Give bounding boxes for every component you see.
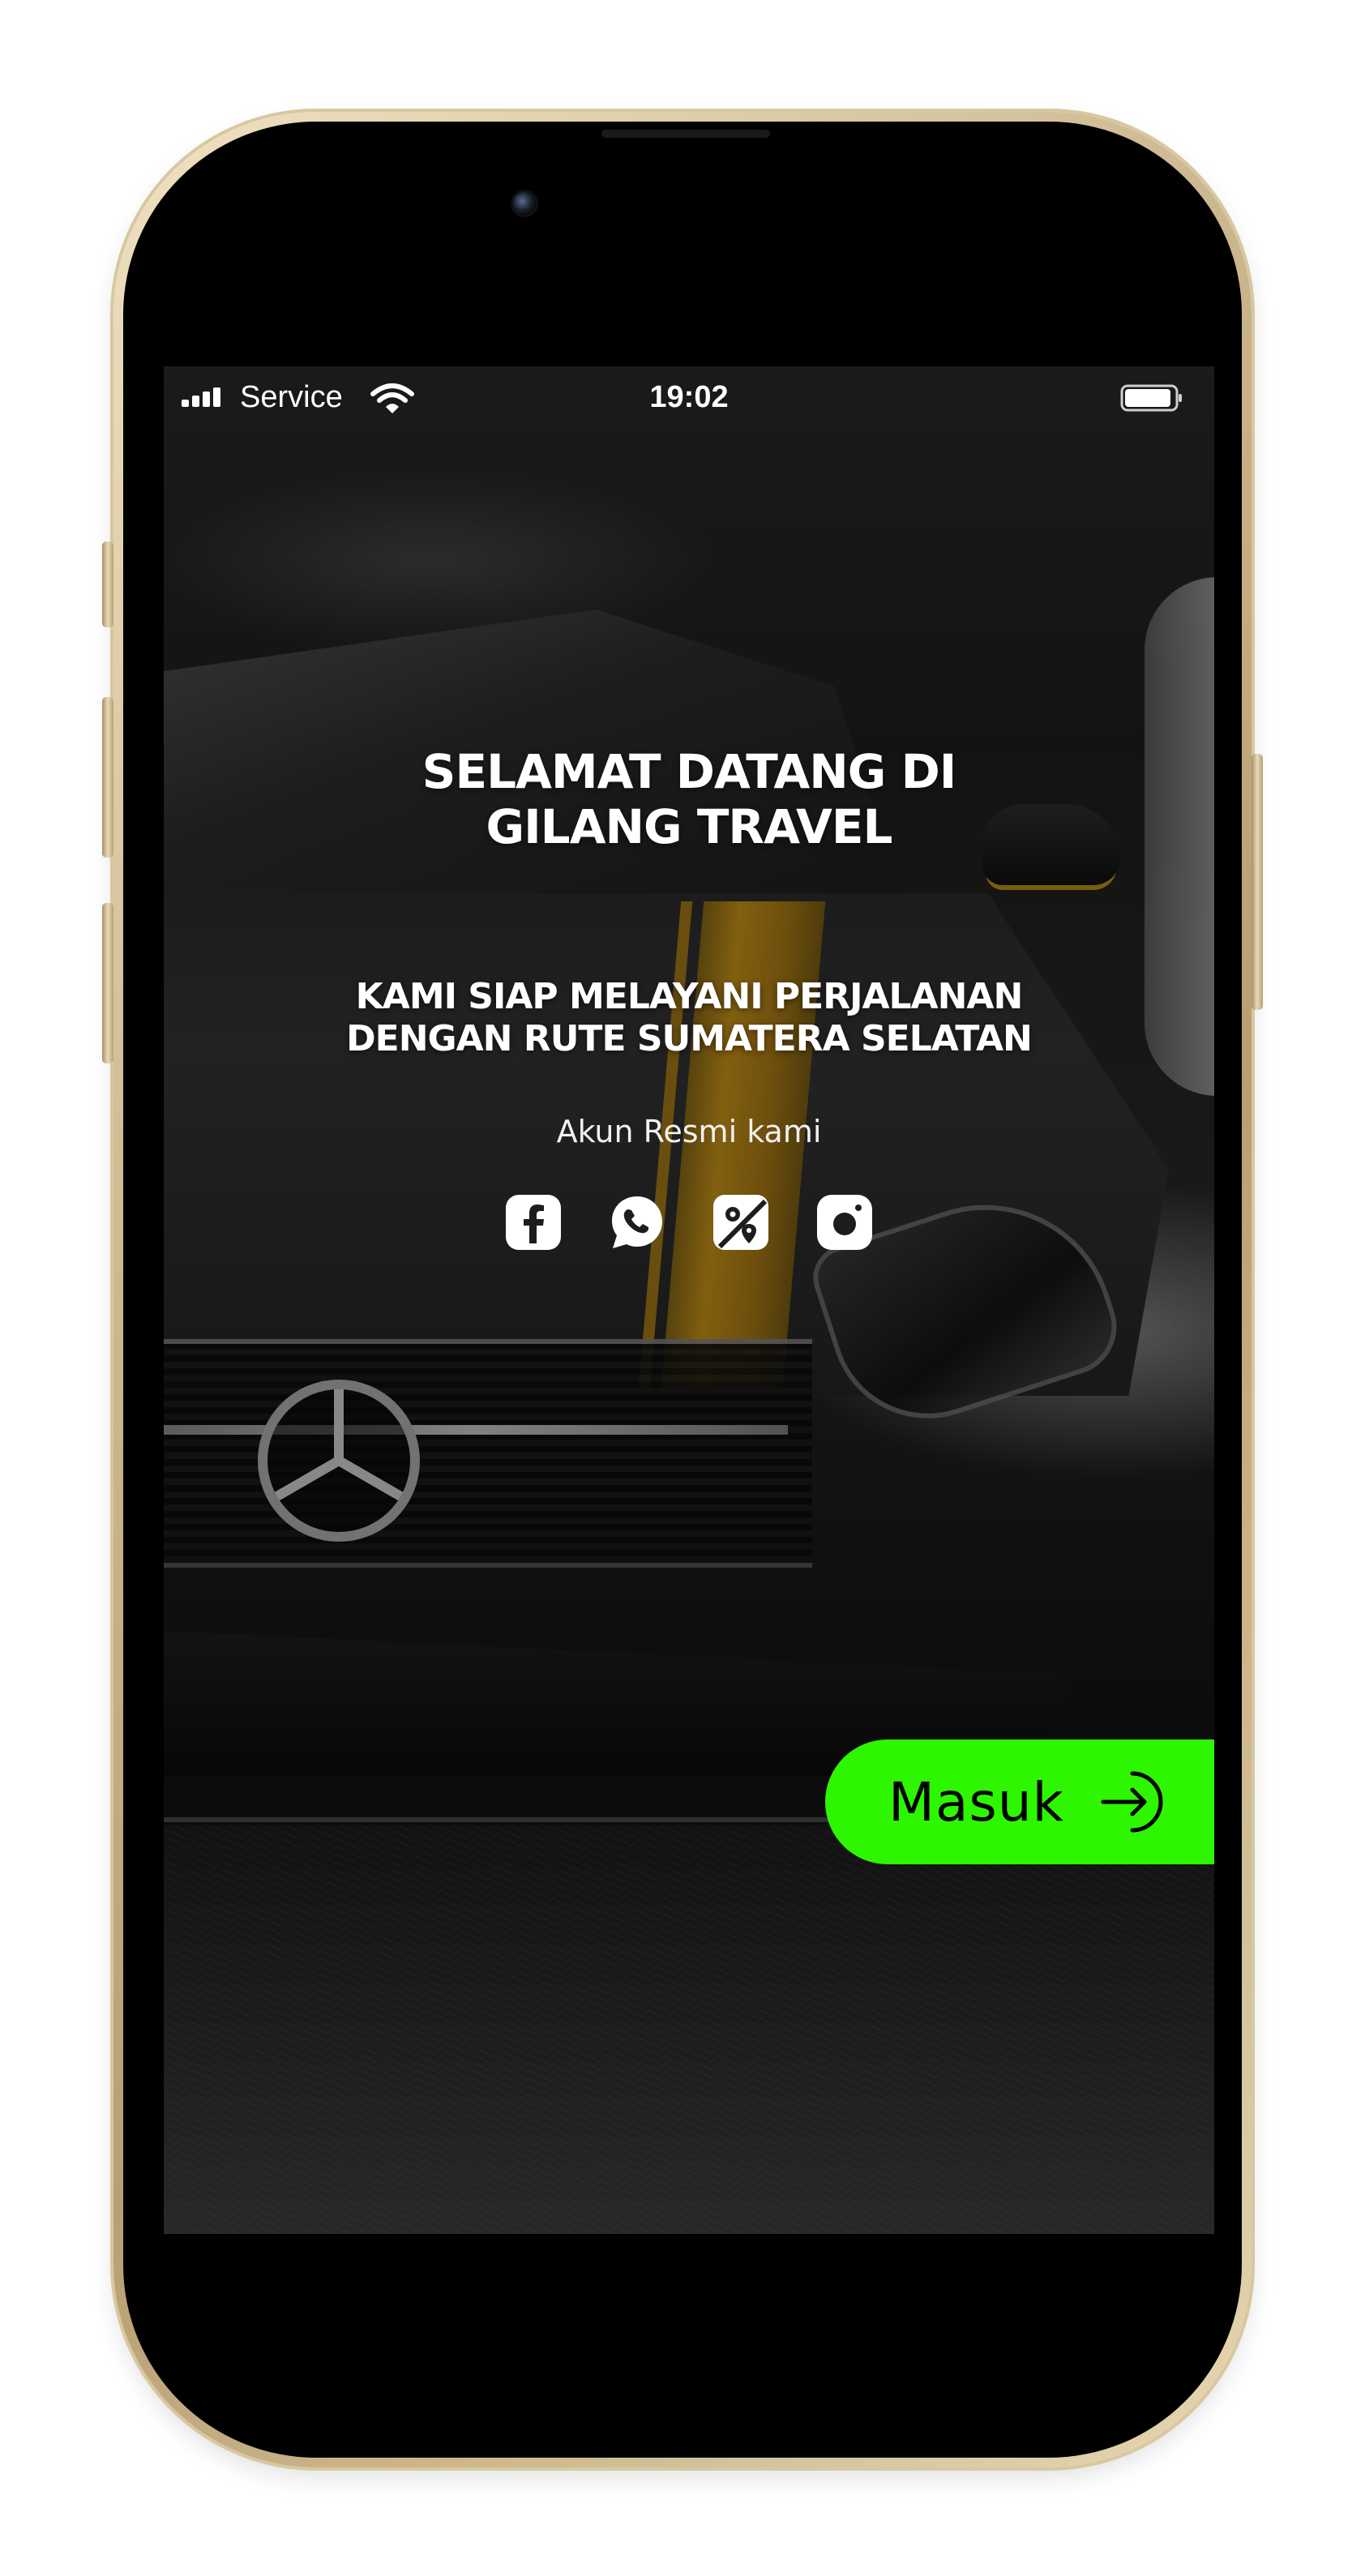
welcome-content: SELAMAT DATANG DI GILANG TRAVEL KAMI SIA…: [164, 366, 1214, 2234]
login-button[interactable]: Masuk: [825, 1739, 1214, 1864]
silent-switch: [102, 541, 113, 627]
tagline-line2: DENGAN RUTE SUMATERA SELATAN: [346, 1018, 1033, 1059]
login-button-label: Masuk: [888, 1770, 1064, 1834]
carrier-name: Service: [240, 380, 343, 414]
welcome-title-line1: SELAMAT DATANG DI: [421, 744, 957, 799]
volume-up-button: [102, 697, 113, 858]
status-bar: Service 19:02: [164, 366, 1214, 423]
notch: [470, 162, 900, 258]
battery-icon: [1120, 384, 1182, 412]
status-time: 19:02: [649, 380, 729, 414]
maps-icon[interactable]: [712, 1193, 770, 1252]
social-links: [504, 1193, 874, 1255]
volume-down-button: [102, 903, 113, 1063]
welcome-title-line2: GILANG TRAVEL: [486, 799, 892, 854]
earpiece-speaker: [601, 130, 770, 138]
facebook-icon[interactable]: [504, 1193, 563, 1252]
arrow-right-circle-icon: [1101, 1771, 1163, 1833]
welcome-title: SELAMAT DATANG DI GILANG TRAVEL: [326, 744, 1052, 854]
app-screen: Service 19:02 SELAMAT DATANG DI GILANG T…: [164, 366, 1214, 2234]
power-button: [1252, 754, 1263, 1010]
instagram-icon[interactable]: [815, 1193, 874, 1252]
tagline-line1: KAMI SIAP MELAYANI PERJALANAN: [355, 976, 1024, 1017]
social-caption: Akun Resmi kami: [556, 1114, 822, 1149]
welcome-tagline: KAMI SIAP MELAYANI PERJALANAN DENGAN RUT…: [293, 976, 1085, 1060]
whatsapp-icon[interactable]: [608, 1193, 666, 1252]
front-camera: [513, 192, 536, 215]
signal-icon: [182, 387, 222, 407]
wifi-icon: [370, 383, 414, 413]
